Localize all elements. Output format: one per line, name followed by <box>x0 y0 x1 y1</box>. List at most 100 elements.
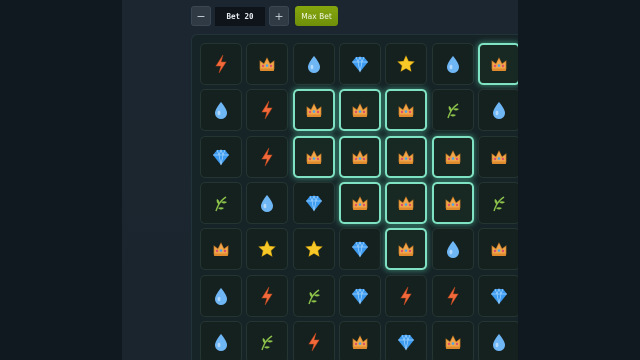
crown-icon <box>491 149 507 164</box>
diamond-icon <box>490 287 507 304</box>
grid-cell[interactable] <box>431 228 474 271</box>
grid-cell[interactable] <box>338 135 381 178</box>
drop-icon <box>492 333 505 351</box>
grid-cell[interactable] <box>431 89 474 132</box>
crown-icon <box>306 149 321 164</box>
grid-cell[interactable] <box>246 320 289 360</box>
crown-icon <box>306 103 321 118</box>
diamond-icon <box>351 241 368 258</box>
grid-cell[interactable] <box>477 89 518 132</box>
leaf-icon <box>493 196 505 212</box>
crown-icon <box>445 196 460 210</box>
grid-cell[interactable] <box>292 274 335 317</box>
crown-icon <box>398 196 414 210</box>
grid-cell[interactable] <box>246 274 289 317</box>
drop-icon <box>215 102 227 120</box>
crown-icon <box>398 242 414 257</box>
diamond-icon <box>305 194 322 211</box>
grid-cell[interactable] <box>338 43 381 85</box>
lightning-icon <box>261 286 273 305</box>
lightning-icon <box>400 286 412 305</box>
grid-cell[interactable] <box>292 320 335 360</box>
drop-icon <box>492 102 505 120</box>
grid-cell[interactable] <box>385 89 428 132</box>
drop-icon <box>215 287 227 305</box>
right-backdrop <box>518 0 640 360</box>
board-viewport <box>0 0 518 360</box>
diamond-icon <box>398 333 415 350</box>
grid-cell[interactable] <box>292 43 335 85</box>
grid-cell[interactable] <box>385 320 428 360</box>
grid-cell[interactable] <box>246 135 289 178</box>
grid-cell[interactable] <box>292 135 335 178</box>
grid-cell[interactable] <box>292 89 335 132</box>
crown-icon <box>445 335 460 349</box>
leaf-icon <box>215 196 227 212</box>
crown-icon <box>398 149 414 164</box>
crown-icon <box>491 57 507 71</box>
grid-cell[interactable] <box>477 274 518 317</box>
star-icon <box>258 240 277 257</box>
grid-cell[interactable] <box>385 181 428 224</box>
drop-icon <box>446 56 459 73</box>
grid-cell[interactable] <box>200 274 242 317</box>
grid-cell[interactable] <box>431 43 474 85</box>
grid-cell[interactable] <box>431 320 474 360</box>
grid-cell[interactable] <box>385 135 428 178</box>
leaf-icon <box>446 103 459 119</box>
grid-cell[interactable] <box>477 320 518 360</box>
lightning-icon <box>446 286 459 305</box>
grid-cell[interactable] <box>338 228 381 271</box>
diamond-icon <box>351 287 368 304</box>
drop-icon <box>446 241 459 259</box>
crown-icon <box>445 149 460 164</box>
drop-icon <box>307 56 320 73</box>
crown-icon <box>213 242 229 257</box>
grid-cell[interactable] <box>200 181 242 224</box>
grid-cell[interactable] <box>385 228 428 271</box>
grid-cell[interactable] <box>246 89 289 132</box>
star-icon <box>397 55 415 72</box>
lightning-icon <box>215 54 227 74</box>
grid-cell[interactable] <box>200 43 242 85</box>
crown-icon <box>352 196 368 210</box>
grid-cell[interactable] <box>431 274 474 317</box>
grid-cell[interactable] <box>200 320 242 360</box>
grid-cell[interactable] <box>385 274 428 317</box>
grid-cell[interactable] <box>200 135 242 178</box>
crown-icon <box>352 335 368 349</box>
lightning-icon <box>308 332 320 351</box>
crown-icon <box>491 242 507 257</box>
grid-cell[interactable] <box>292 181 335 224</box>
grid-cell[interactable] <box>338 181 381 224</box>
grid-cell[interactable] <box>477 228 518 271</box>
grid-cell[interactable] <box>338 274 381 317</box>
lightning-icon <box>261 147 273 166</box>
star-icon <box>304 240 323 257</box>
diamond-icon <box>213 148 229 165</box>
grid-cell[interactable] <box>246 181 289 224</box>
crown-icon <box>259 57 275 71</box>
grid-cell[interactable] <box>246 228 289 271</box>
grid-cell[interactable] <box>292 228 335 271</box>
drop-icon <box>261 194 274 212</box>
crown-icon <box>398 103 414 118</box>
grid-cell[interactable] <box>477 135 518 178</box>
crown-icon <box>352 149 368 164</box>
leaf-icon <box>307 288 320 304</box>
drop-icon <box>215 333 227 351</box>
grid-cell[interactable] <box>338 320 381 360</box>
diamond-icon <box>351 56 368 73</box>
leaf-icon <box>261 335 274 351</box>
grid-cell[interactable] <box>338 89 381 132</box>
grid-cell[interactable] <box>477 181 518 224</box>
grid-cell[interactable] <box>477 43 518 85</box>
grid-cell[interactable] <box>200 89 242 132</box>
grid-cell[interactable] <box>431 135 474 178</box>
lightning-icon <box>261 101 273 120</box>
crown-icon <box>352 103 368 118</box>
grid-cell[interactable] <box>385 43 428 85</box>
grid-cell[interactable] <box>246 43 289 85</box>
grid-cell[interactable] <box>200 228 242 271</box>
grid-cell[interactable] <box>431 181 474 224</box>
